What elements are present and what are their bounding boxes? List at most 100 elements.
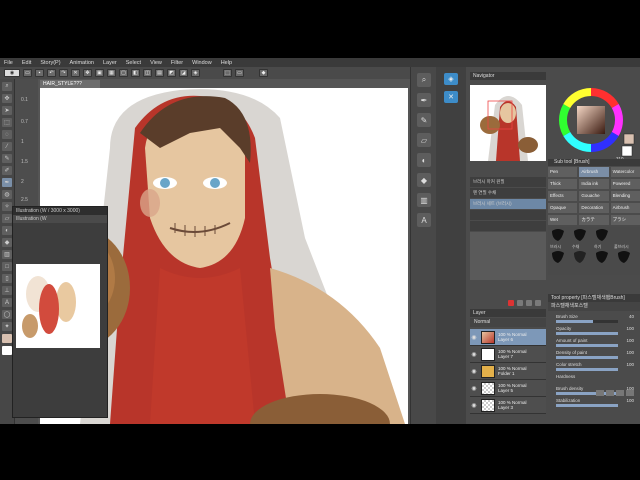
brush-item[interactable]: Decoration (579, 203, 609, 213)
operation-tool-icon[interactable]: ➤ (2, 106, 12, 115)
frame-tool-icon[interactable]: ▯ (2, 274, 12, 283)
tool-property-row[interactable]: Opacity 100 (548, 325, 640, 337)
move-tool-icon[interactable]: ✥ (2, 94, 12, 103)
property-value[interactable]: 100 (626, 326, 634, 331)
property-value[interactable]: 100 (626, 362, 634, 367)
snap-special-icon[interactable]: ◩ (167, 69, 176, 77)
eye-icon[interactable]: ◉ (470, 402, 478, 409)
tool-property-row[interactable]: Density of paint 100 (548, 349, 640, 361)
blend-icon[interactable]: ◐ (417, 153, 431, 167)
hardness-option[interactable] (606, 390, 614, 396)
balloon-tool-icon[interactable]: ◯ (2, 310, 12, 319)
lasso-tool-icon[interactable]: ◌ (2, 130, 12, 139)
eye-icon[interactable]: ◉ (470, 351, 478, 358)
navigator-preview[interactable] (470, 85, 546, 161)
stop-icon[interactable] (526, 300, 532, 306)
deselect-icon[interactable]: ▢ (119, 69, 128, 77)
layer-row[interactable]: ◉ 100 % Normal Layer 5 (470, 380, 546, 397)
brush-item[interactable]: Gouache (579, 191, 609, 201)
sub-color-swatch[interactable] (2, 346, 12, 355)
material-list-item[interactable]: 펜 연필 수채 (470, 188, 546, 198)
brush-item[interactable]: Effects (548, 191, 578, 201)
brush-item[interactable]: India ink (579, 179, 609, 189)
brush-item[interactable]: Wet (548, 215, 578, 225)
material-list-item[interactable]: 브러시 마커 원필 (470, 177, 546, 187)
menu-item-filter[interactable]: Filter (171, 60, 183, 66)
material-list-item[interactable] (470, 210, 546, 220)
menu-item-view[interactable]: View (150, 60, 162, 66)
brush-item[interactable]: カラテ (579, 215, 609, 225)
menu-item-window[interactable]: Window (192, 60, 212, 66)
text-tool-icon[interactable]: A (2, 298, 12, 307)
close-icon[interactable]: ✕ (444, 91, 458, 103)
sub-view-title[interactable]: Illustration (W / 3000 x 3000) (13, 207, 107, 215)
sub-view-subtitle[interactable]: Illustration (W (13, 215, 107, 223)
hardness-option[interactable] (616, 390, 624, 396)
property-value[interactable]: 100 (626, 338, 634, 343)
menu-item-layer[interactable]: Layer (103, 60, 117, 66)
tool-property-row[interactable]: Color stretch 100 (548, 361, 640, 373)
tool-property-row[interactable]: Stabilization 100 (548, 397, 640, 409)
navigator-header[interactable]: Navigator (470, 72, 546, 80)
pen-tool-icon[interactable]: ✎ (2, 154, 12, 163)
decoration-tool-icon[interactable]: ✧ (2, 202, 12, 211)
main-color-swatch[interactable] (2, 334, 12, 343)
settings-icon[interactable]: ◈ (191, 69, 200, 77)
property-slider[interactable] (556, 332, 618, 335)
tool-property-row[interactable]: Amount of paint 100 (548, 337, 640, 349)
pencil-tool-icon[interactable]: ✐ (2, 166, 12, 175)
brush-item[interactable]: Watercolor (610, 167, 640, 177)
clear-icon[interactable]: ✕ (71, 69, 80, 77)
text-icon[interactable]: A (417, 213, 431, 227)
layer-row[interactable]: ◉ 100 % Normal Folder 1 (470, 363, 546, 380)
property-slider[interactable] (556, 320, 618, 323)
property-value[interactable]: 100 (626, 350, 634, 355)
preview-icon[interactable]: ⬚ (223, 69, 232, 77)
undo-icon[interactable]: ↶ (47, 69, 56, 77)
toggle-icon[interactable]: ◆ (259, 69, 268, 77)
snap-grid-icon[interactable]: ▤ (155, 69, 164, 77)
correction-tool-icon[interactable]: ✦ (2, 322, 12, 331)
material-list-item[interactable]: 브러시 세트 (브러시) (470, 199, 546, 209)
brush-item[interactable]: Thick (548, 179, 578, 189)
navigator-icon[interactable]: ⌕ (417, 73, 431, 87)
brush-tool-icon[interactable]: ✒ (2, 178, 12, 187)
open-icon[interactable]: ▭ (23, 69, 32, 77)
brush-icon[interactable]: ✒ (417, 93, 431, 107)
menu-item-animation[interactable]: Animation (70, 60, 94, 66)
gradient-tool-icon[interactable]: ▥ (2, 250, 12, 259)
hardness-option[interactable] (626, 390, 634, 396)
menu-item-storyp[interactable]: Story(P) (40, 60, 60, 66)
gradient-icon[interactable]: ▥ (417, 193, 431, 207)
blend-mode-select[interactable]: Normal (470, 318, 546, 327)
menu-item-help[interactable]: Help (221, 60, 232, 66)
record-icon[interactable] (508, 300, 514, 306)
layer-icon[interactable]: ◈ (444, 73, 458, 85)
save-icon[interactable]: ▪ (35, 69, 44, 77)
brush-item[interactable]: Blending (610, 191, 640, 201)
selection-tool-icon[interactable]: ⬚ (2, 118, 12, 127)
eye-icon[interactable]: ◉ (470, 368, 478, 375)
menu-icon[interactable] (535, 300, 541, 306)
redo-icon[interactable]: ↷ (59, 69, 68, 77)
hardness-option[interactable] (596, 390, 604, 396)
brush-item[interactable]: Airbrush (579, 167, 609, 177)
layer-row[interactable]: ◉ 100 % Normal Layer 6 (470, 329, 546, 346)
material-list-item[interactable] (470, 221, 546, 231)
eraser-icon[interactable]: ▱ (417, 133, 431, 147)
eye-icon[interactable]: ◉ (470, 334, 478, 341)
zoom-tool-icon[interactable]: ⌕ (2, 82, 12, 91)
airbrush-tool-icon[interactable]: ◍ (2, 190, 12, 199)
brush-item[interactable]: Opaque (548, 203, 578, 213)
brush-item[interactable]: Powered (610, 179, 640, 189)
property-slider[interactable] (556, 368, 618, 371)
brush-item[interactable]: Airbrush (610, 203, 640, 213)
brush-item[interactable]: Pen (548, 167, 578, 177)
color-mixing-palette[interactable] (16, 264, 100, 348)
eyedropper-tool-icon[interactable]: ⁄ (2, 142, 12, 151)
color-wheel[interactable] (556, 82, 638, 164)
layer-row[interactable]: ◉ 100 % Normal Layer 7 (470, 346, 546, 363)
monitor-icon[interactable]: ▭ (235, 69, 244, 77)
tool-property-row[interactable]: Brush Size 40 (548, 313, 640, 325)
snap-perspective-icon[interactable]: ◪ (179, 69, 188, 77)
